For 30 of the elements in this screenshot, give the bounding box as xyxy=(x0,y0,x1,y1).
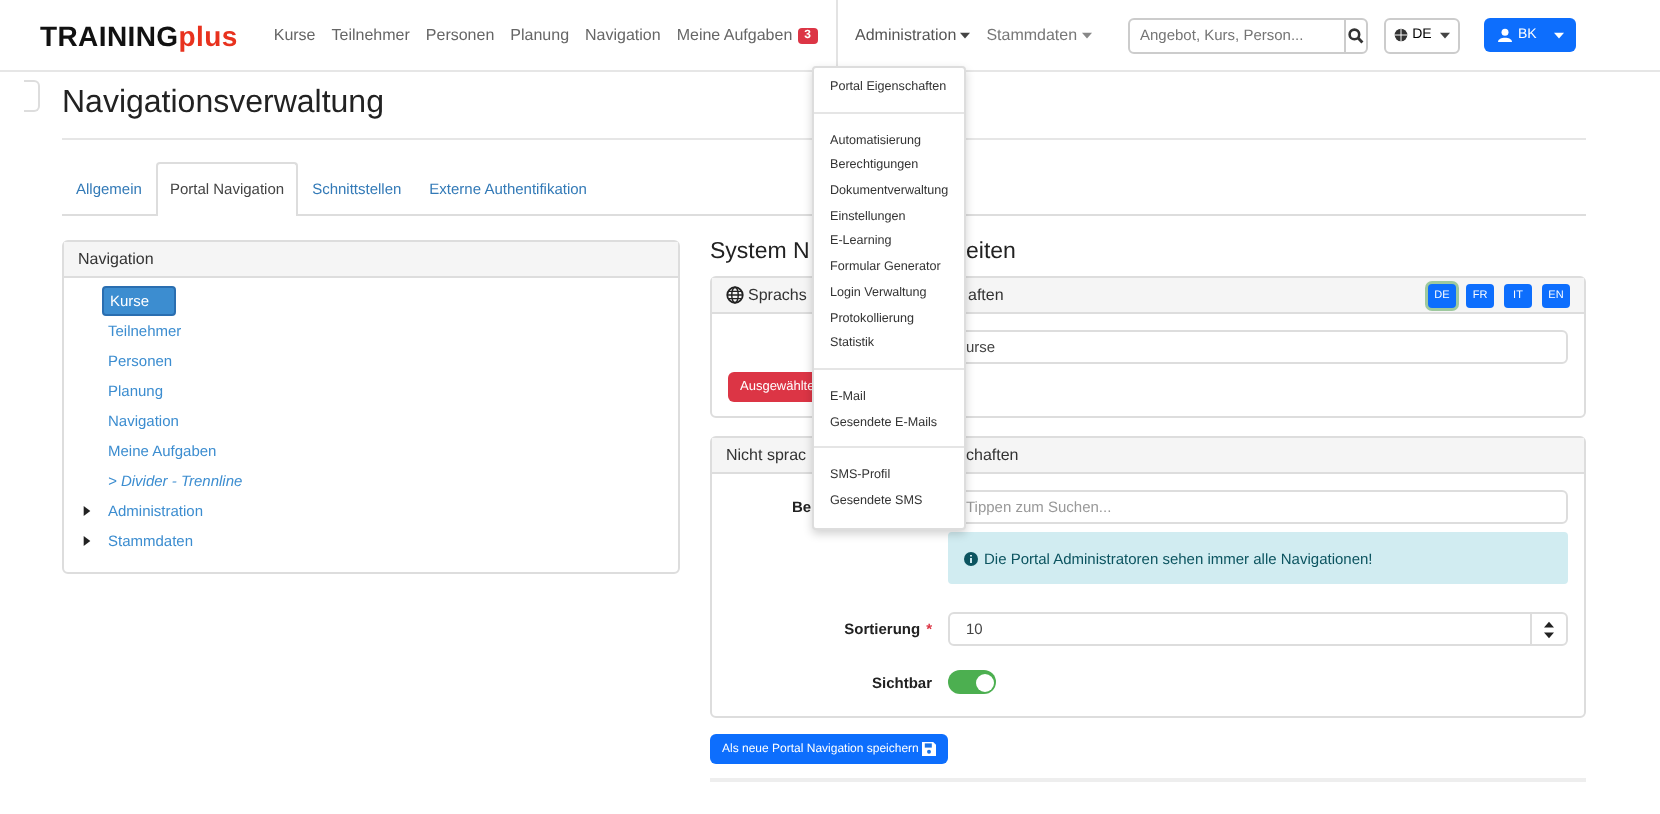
section-title: System N xyxy=(710,240,812,264)
info-icon xyxy=(964,551,978,565)
panel-title: aften xyxy=(968,286,1004,304)
search-icon[interactable] xyxy=(1344,19,1366,51)
section-title: eiten xyxy=(966,240,1016,264)
nav-menu[interactable]: Stammdaten xyxy=(986,26,1092,44)
brand-logo[interactable]: TRAININGplus xyxy=(40,19,238,51)
nav-link[interactable]: Planung xyxy=(510,26,570,44)
nav-link[interactable]: Personen xyxy=(425,26,495,44)
globe-icon xyxy=(1394,28,1409,42)
caret-icon xyxy=(1439,31,1450,39)
page-title: Navigationsverwaltung xyxy=(62,86,384,122)
nav-link[interactable]: Kurse xyxy=(273,26,316,44)
panel-title: Sprachs xyxy=(748,286,809,304)
sidebar-handle[interactable] xyxy=(24,80,40,112)
caret-icon xyxy=(960,31,971,39)
user-icon xyxy=(1498,28,1512,42)
panel-title: Nicht sprac xyxy=(726,446,809,464)
visibility-toggle[interactable] xyxy=(948,670,996,694)
caret-icon xyxy=(1081,31,1092,39)
expand-icon[interactable] xyxy=(82,506,92,516)
save-icon xyxy=(922,742,937,756)
panel-title: Navigation xyxy=(78,250,154,268)
nav-link[interactable]: Teilnehmer xyxy=(331,26,410,44)
nav-menu[interactable]: Administration xyxy=(855,26,971,44)
expand-icon[interactable] xyxy=(82,536,92,546)
nav-link[interactable]: Navigation xyxy=(585,26,661,44)
globe-icon xyxy=(726,286,744,304)
panel-title: chaften xyxy=(966,446,1019,464)
caret-icon xyxy=(1554,31,1564,39)
